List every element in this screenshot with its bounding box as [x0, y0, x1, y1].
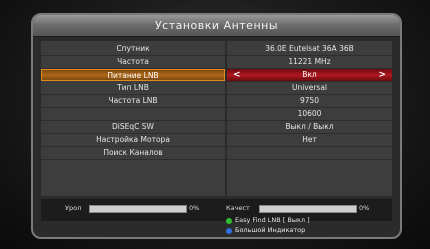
signal-quality-label: Качест [226, 204, 250, 212]
setting-label-lnb-frequency[interactable]: Частота LNB [41, 95, 225, 108]
setting-value-lnb-power[interactable]: < Вкл > [227, 69, 392, 82]
setting-label-satellite[interactable]: Спутник [41, 43, 225, 56]
setting-label-lnb-frequency-2 [41, 108, 225, 121]
signal-quality-value: 0% [359, 204, 370, 212]
settings-labels-panel: Спутник Частота Питание LNB Тип LNB Част… [41, 41, 225, 196]
big-indicator-label: Большой Индикатор [235, 226, 306, 234]
green-button-icon [226, 218, 232, 224]
signal-level-label: Урол [65, 204, 82, 212]
setting-value-lnb-type[interactable]: Universal [227, 82, 392, 95]
signal-quality-bar [259, 205, 357, 213]
blue-button-icon [226, 228, 232, 234]
setting-value-satellite[interactable]: 36.0E Eutelsat 36A 36B [227, 43, 392, 56]
setting-label-motor[interactable]: Настройка Мотора [41, 134, 225, 147]
arrow-right-icon[interactable]: > [378, 69, 386, 81]
setting-label-lnb-type[interactable]: Тип LNB [41, 82, 225, 95]
settings-values-panel: 36.0E Eutelsat 36A 36B 11221 MHz < Вкл >… [227, 41, 392, 196]
setting-value-lnb-frequency-2[interactable]: 10600 [227, 108, 392, 121]
setting-label-frequency[interactable]: Частота [41, 56, 225, 69]
setting-label-channel-search[interactable]: Поиск Каналов [41, 147, 225, 160]
window-title: Установки Антенны [33, 15, 400, 37]
arrow-left-icon[interactable]: < [233, 69, 241, 81]
setting-value-diseqc[interactable]: Выкл / Выкл [227, 121, 392, 134]
setting-value-frequency[interactable]: 11221 MHz [227, 56, 392, 69]
setting-value-channel-search [227, 147, 392, 160]
lnb-power-value: Вкл [302, 70, 317, 79]
easy-find-lnb-label: Easy Find LNB [ Выкл ] [235, 216, 310, 224]
setting-value-motor[interactable]: Нет [227, 134, 392, 147]
signal-level-bar [89, 205, 187, 213]
setting-label-lnb-power[interactable]: Питание LNB [41, 69, 225, 81]
signal-level-value: 0% [189, 204, 200, 212]
signal-strip: Урол 0% Качест 0% [41, 199, 392, 221]
setting-value-lnb-frequency[interactable]: 9750 [227, 95, 392, 108]
antenna-settings-window: Установки Антенны Спутник Частота Питани… [31, 13, 402, 239]
setting-label-diseqc[interactable]: DiSEqC SW [41, 121, 225, 134]
